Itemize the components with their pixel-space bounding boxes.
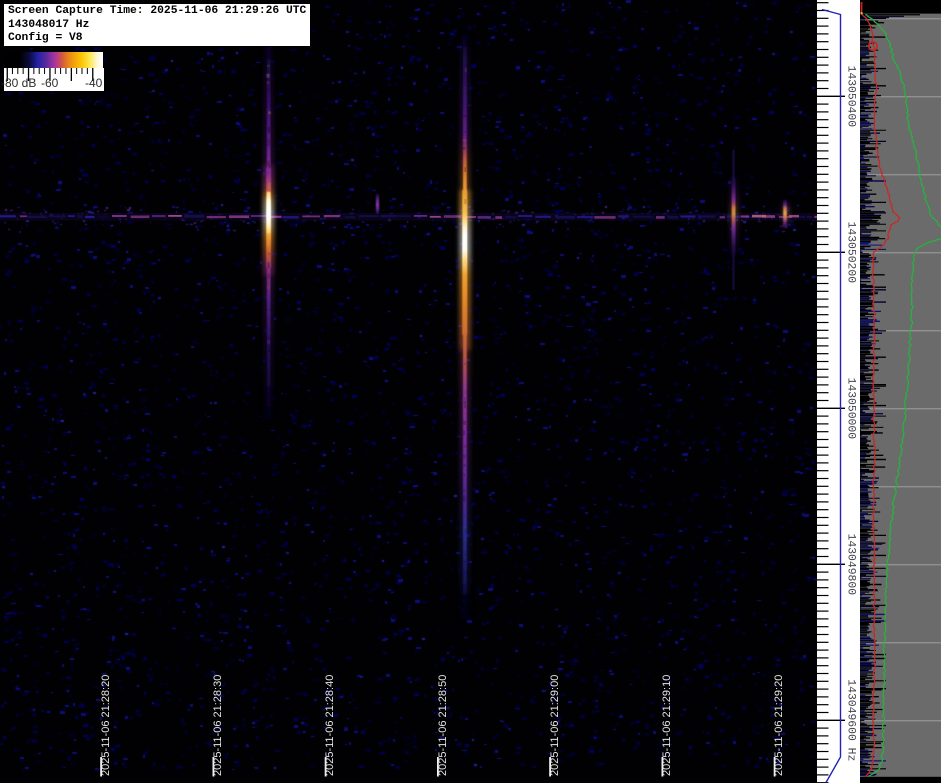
svg-text:143050000: 143050000 — [845, 378, 857, 440]
svg-text:143050200: 143050200 — [845, 222, 857, 284]
svg-text:143049800: 143049800 — [845, 534, 857, 596]
svg-text:143049600 Hz: 143049600 Hz — [845, 679, 857, 761]
svg-text:143050400: 143050400 — [845, 66, 857, 128]
